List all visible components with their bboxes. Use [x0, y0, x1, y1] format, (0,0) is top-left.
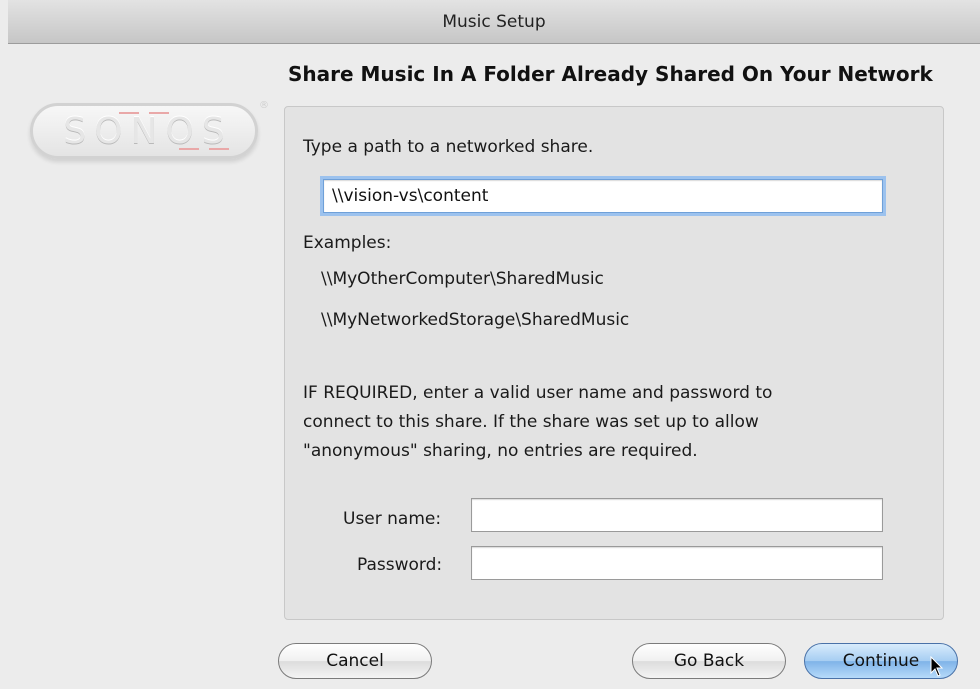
password-label: Password:: [357, 555, 443, 575]
title-bar[interactable]: Music Setup: [8, 0, 980, 44]
window-title: Music Setup: [442, 11, 546, 32]
credentials-note-line: connect to this share. If the share was …: [303, 412, 759, 432]
logo-accent-mark: [209, 148, 229, 150]
example-path: \\MyOtherComputer\SharedMusic: [321, 269, 604, 289]
sonos-logo: SONOS ®: [30, 100, 269, 159]
mouse-pointer-icon: [930, 656, 944, 677]
logo-accent-mark: [179, 148, 199, 150]
music-setup-window: Music Setup SONOS ® Share Music In A Fol…: [0, 0, 980, 689]
username-label: User name:: [343, 509, 442, 529]
go-back-button[interactable]: Go Back: [632, 643, 786, 679]
credentials-note-line: "anonymous" sharing, no entries are requ…: [303, 441, 698, 461]
share-settings-panel: Type a path to a networked share. Exampl…: [284, 106, 944, 620]
logo-accent-mark: [149, 112, 169, 114]
logo-accent-mark: [119, 112, 139, 114]
sonos-logo-text: SONOS: [63, 110, 233, 152]
share-path-instruction: Type a path to a networked share.: [303, 137, 594, 157]
share-path-input[interactable]: [323, 179, 883, 213]
page-heading: Share Music In A Folder Already Shared O…: [288, 62, 933, 86]
credentials-note-line: IF REQUIRED, enter a valid user name and…: [303, 383, 773, 403]
example-path: \\MyNetworkedStorage\SharedMusic: [321, 310, 630, 330]
cancel-button[interactable]: Cancel: [278, 643, 432, 679]
registered-mark: ®: [259, 100, 269, 111]
username-input[interactable]: [471, 498, 883, 532]
password-input[interactable]: [471, 546, 883, 580]
examples-label: Examples:: [303, 233, 392, 253]
